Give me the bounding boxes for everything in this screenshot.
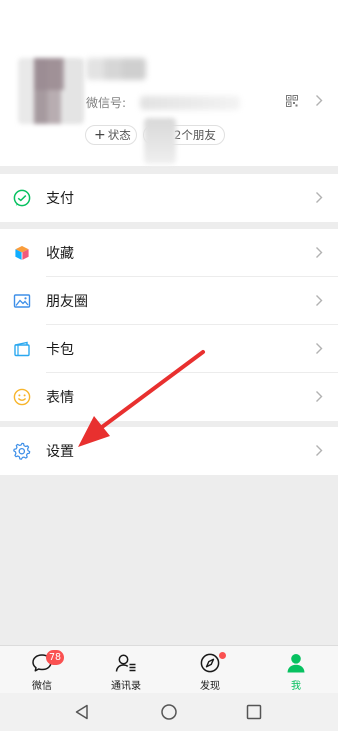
- menu-item-label: 收藏: [46, 246, 74, 262]
- tab-me[interactable]: 我: [254, 646, 338, 694]
- avatar[interactable]: [18, 58, 84, 124]
- menu-item-pay[interactable]: 支付: [0, 174, 338, 222]
- pay-group: 支付: [0, 174, 338, 222]
- plus-icon: +: [94, 127, 106, 143]
- status-button[interactable]: + 状态: [85, 125, 137, 145]
- wechat-pay-icon: [13, 189, 31, 207]
- menu-item-label: 设置: [46, 444, 74, 460]
- settings-group: 设置: [0, 427, 338, 475]
- new-activity-dot: [219, 652, 226, 659]
- chevron-right-icon: [316, 95, 323, 106]
- smiley-icon: [13, 388, 31, 406]
- wechat-id-redacted: [140, 96, 240, 110]
- status-label: 状态: [107, 128, 131, 142]
- chevron-right-icon: [316, 192, 323, 203]
- qr-code-icon[interactable]: [286, 95, 298, 107]
- person-icon: [287, 654, 305, 673]
- wechat-id-label: 微信号:: [86, 96, 127, 110]
- contacts-icon: [115, 654, 136, 672]
- nickname-redacted: [86, 58, 146, 80]
- tab-label: 微信: [32, 681, 52, 692]
- cube-icon: [14, 245, 30, 261]
- picture-icon: [13, 294, 31, 308]
- chevron-right-icon: [316, 391, 323, 402]
- chevron-right-icon: [316, 295, 323, 306]
- unread-badge: 78: [46, 650, 64, 665]
- gear-icon: [13, 442, 31, 460]
- menu-item-stickers[interactable]: 表情: [0, 373, 338, 421]
- menu-item-settings[interactable]: 设置: [0, 427, 338, 475]
- recents-square-icon[interactable]: [245, 703, 263, 721]
- home-circle-icon[interactable]: [160, 703, 178, 721]
- features-group: 收藏 朋友圈 卡包 表情: [0, 229, 338, 421]
- tab-label: 我: [291, 681, 301, 692]
- menu-item-label: 支付: [46, 191, 74, 207]
- profile-header[interactable]: 微信号: + 状态 2个朋友: [0, 0, 338, 166]
- menu-item-label: 朋友圈: [46, 294, 88, 310]
- tab-discover[interactable]: 发现: [168, 646, 252, 694]
- chevron-right-icon: [316, 445, 323, 456]
- friends-count-label: 2个朋友: [174, 128, 216, 142]
- menu-item-cards[interactable]: 卡包: [0, 325, 338, 373]
- chevron-right-icon: [316, 247, 323, 258]
- tab-contacts[interactable]: 通讯录: [84, 646, 168, 694]
- menu-item-favorites[interactable]: 收藏: [0, 229, 338, 277]
- chevron-right-icon: [316, 343, 323, 354]
- menu-item-label: 卡包: [46, 342, 74, 358]
- back-triangle-icon[interactable]: [73, 703, 91, 721]
- wallet-icon: [14, 341, 30, 357]
- tab-label: 通讯录: [111, 681, 141, 692]
- tab-label: 发现: [200, 681, 220, 692]
- menu-item-label: 表情: [46, 390, 74, 406]
- tab-chats[interactable]: 78 微信: [0, 646, 84, 694]
- friend-avatars-redacted: [144, 118, 176, 164]
- bottom-tab-bar: 78 微信 通讯录 发现 我: [0, 645, 338, 693]
- system-navigation-bar: [0, 693, 338, 731]
- menu-item-moments[interactable]: 朋友圈: [0, 277, 338, 325]
